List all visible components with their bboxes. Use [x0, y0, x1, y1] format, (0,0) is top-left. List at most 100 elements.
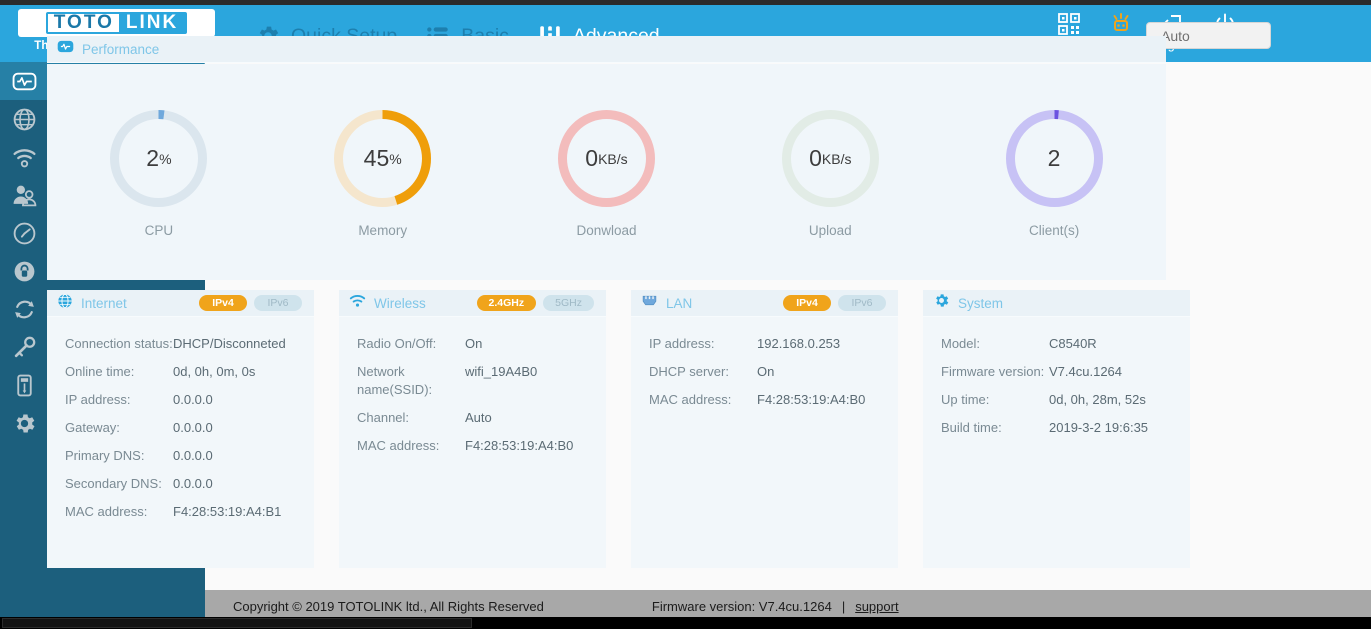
globe-icon: [57, 293, 73, 314]
badge-ipv4[interactable]: IPv4: [783, 295, 831, 311]
gauge-cpu: 2% CPU: [47, 106, 271, 238]
info-key: Firmware version:: [941, 364, 1045, 379]
panel-title: System: [958, 295, 1004, 311]
footer-separator: |: [841, 598, 846, 614]
performance-gauges: 2% CPU 45% Memory 0 KB/s Donwload 0 KB/s…: [47, 64, 1166, 280]
badge-ipv4[interactable]: IPv4: [199, 295, 247, 311]
support-link[interactable]: support: [855, 599, 898, 614]
info-key: DHCP server:: [649, 364, 729, 379]
gauge-label: Upload: [808, 223, 852, 238]
info-key: MAC address:: [649, 392, 732, 407]
gauge-label: CPU: [144, 223, 174, 238]
users-icon: [2, 183, 46, 208]
panel-internet: Internet IPv4 IPv6 Connection status: DH…: [47, 290, 314, 568]
memory-value: 45%: [330, 106, 435, 211]
performance-header: Performance: [47, 36, 1166, 63]
gauge-number: 2: [1047, 145, 1061, 171]
badge-ipv6[interactable]: IPv6: [838, 295, 886, 311]
info-row: IP address: 0.0.0.0: [65, 391, 314, 409]
badge-5ghz[interactable]: 5GHz: [543, 295, 594, 311]
info-row: Channel: Auto: [357, 409, 606, 427]
info-value: F4:28:53:19:A4:B0: [757, 392, 866, 407]
info-row: Connection status: DHCP/Disconneted: [65, 335, 314, 353]
info-value: 192.168.0.253: [757, 336, 841, 351]
logo-text-toto: TOTO: [53, 12, 114, 33]
gauge-download: 0 KB/s Donwload: [495, 106, 719, 238]
usb-icon: [2, 373, 46, 398]
panel-system: System Model: C8540R Firmware version: V…: [923, 290, 1190, 568]
gauge-memory: 45% Memory: [271, 106, 495, 238]
info-row: MAC address: F4:28:53:19:A4:B0: [649, 391, 898, 409]
info-key: Build time:: [941, 420, 1002, 435]
info-key: Gateway:: [65, 420, 120, 435]
info-key: Channel:: [357, 410, 410, 425]
info-value: V7.4cu.1264: [1049, 364, 1123, 379]
lan-port-icon: [641, 292, 658, 314]
panel-lan-body: IP address: 192.168.0.253 DHCP server: O…: [631, 317, 898, 409]
badge-ipv6[interactable]: IPv6: [254, 295, 302, 311]
info-value: On: [465, 336, 483, 351]
info-row: Network name(SSID): wifi_19A4B0: [357, 363, 606, 399]
info-row: Radio On/Off: On: [357, 335, 606, 353]
panel-title: LAN: [666, 295, 693, 311]
info-key: Secondary DNS:: [65, 476, 162, 491]
info-value: F4:28:53:19:A4:B0: [465, 438, 574, 453]
info-value: Auto: [465, 410, 492, 425]
led-icon: [1113, 13, 1129, 31]
info-row: Up time: 0d, 0h, 28m, 52s: [941, 391, 1190, 409]
horizontal-scrollbar-thumb[interactable]: [2, 618, 472, 628]
info-value: 0.0.0.0: [173, 392, 213, 407]
gauge-unit: %: [159, 150, 172, 167]
lock-icon: [2, 259, 46, 284]
clients-value: 2: [1002, 106, 1107, 211]
panel-system-body: Model: C8540R Firmware version: V7.4cu.1…: [923, 317, 1190, 437]
key-icon: [2, 335, 46, 360]
globe-icon: [2, 107, 46, 132]
info-key: IP address:: [65, 392, 131, 407]
cpu-donut: 2%: [106, 106, 211, 211]
copyright-text: Copyright © 2019 TOTOLINK ltd., All Righ…: [233, 598, 544, 614]
gauge-number: 45: [363, 145, 390, 171]
info-row: MAC address: F4:28:53:19:A4:B1: [65, 503, 314, 521]
wifi-icon: [349, 292, 366, 314]
horizontal-scrollbar-track[interactable]: [0, 617, 1371, 629]
info-value: 0.0.0.0: [173, 476, 213, 491]
upload-donut: 0 KB/s: [778, 106, 883, 211]
footer-firmware-version: Firmware version: V7.4cu.1264: [651, 598, 832, 614]
info-row: Primary DNS: 0.0.0.0: [65, 447, 314, 465]
info-key: MAC address:: [357, 438, 440, 453]
info-row: Build time: 2019-3-2 19:6:35: [941, 419, 1190, 437]
gauge-number: 0: [809, 145, 822, 171]
upload-value: 0 KB/s: [778, 106, 883, 211]
info-value: 0.0.0.0: [173, 420, 213, 435]
info-row: Model: C8540R: [941, 335, 1190, 353]
gauge-upload: 0 KB/s Upload: [718, 106, 942, 238]
info-row: IP address: 192.168.0.253: [649, 335, 898, 353]
badge-24ghz[interactable]: 2.4GHz: [476, 295, 537, 311]
gauge-icon: [2, 221, 46, 246]
panel-title: Wireless: [374, 295, 426, 311]
download-value: 0 KB/s: [554, 106, 659, 211]
gauge-clients: 2 Client(s): [942, 106, 1166, 238]
info-key: IP address:: [649, 336, 715, 351]
refresh-icon: [2, 297, 46, 322]
info-value: 2019-3-2 19:6:35: [1049, 420, 1149, 435]
gauge-label: Donwload: [576, 223, 637, 238]
panel-wireless: Wireless 2.4GHz 5GHz Radio On/Off: On Ne…: [339, 290, 606, 568]
panel-system-header: System: [923, 290, 1190, 317]
info-row: DHCP server: On: [649, 363, 898, 381]
router-admin-page: TOTO LINK The Smartest Network Device Qu…: [0, 0, 1371, 629]
panel-wireless-badges: 2.4GHz 5GHz: [476, 295, 606, 311]
info-value: C8540R: [1049, 336, 1097, 351]
panel-wireless-header: Wireless 2.4GHz 5GHz: [339, 290, 606, 317]
pulse-badge-icon: [57, 38, 74, 60]
performance-title: Performance: [82, 41, 160, 57]
info-key: Connection status:: [65, 336, 173, 351]
info-value: wifi_19A4B0: [465, 364, 538, 379]
info-key: Radio On/Off:: [357, 336, 437, 351]
info-value: DHCP/Disconneted: [173, 336, 286, 351]
logo-text-link: LINK: [118, 14, 186, 32]
qr-code-icon: [1058, 13, 1080, 35]
pulse-icon: [2, 69, 46, 94]
info-key: Network name(SSID):: [357, 364, 433, 397]
